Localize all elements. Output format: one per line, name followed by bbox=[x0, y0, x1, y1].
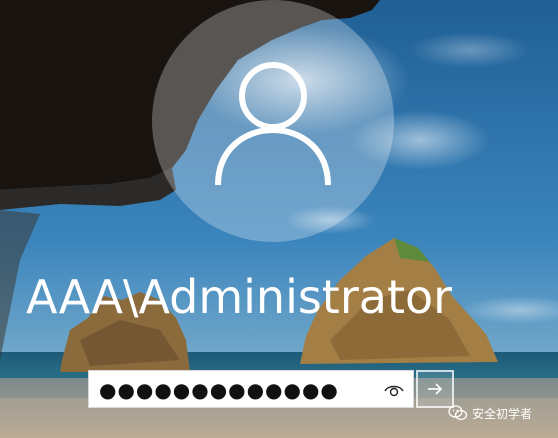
wechat-icon bbox=[448, 405, 468, 421]
account-name: AAA\Administrator bbox=[26, 270, 453, 324]
user-silhouette-icon bbox=[152, 0, 394, 242]
eye-icon[interactable] bbox=[383, 379, 405, 401]
watermark: 安全初学者 bbox=[448, 403, 532, 423]
password-masked-value: ●●●●●●●●●●●●● bbox=[99, 378, 339, 402]
watermark-text: 安全初学者 bbox=[472, 406, 533, 421]
password-input[interactable]: ●●●●●●●●●●●●● bbox=[88, 370, 414, 408]
arrow-right-icon bbox=[428, 383, 443, 395]
password-group: ●●●●●●●●●●●●● bbox=[88, 370, 456, 410]
lock-screen: AAA\Administrator ●●●●●●●●●●●●● 安全初学者 bbox=[0, 0, 558, 438]
